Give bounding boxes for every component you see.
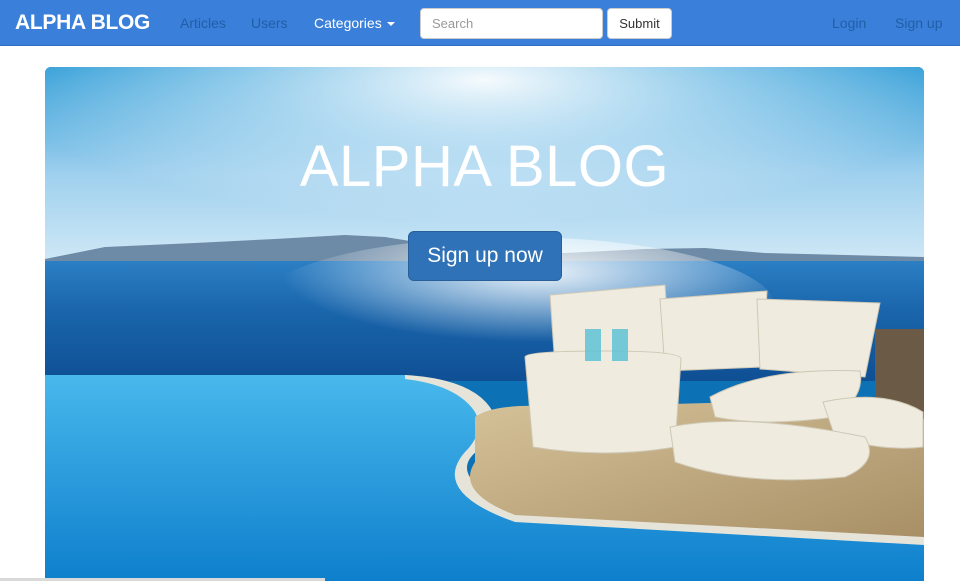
nav-categories-label: Categories: [314, 15, 382, 31]
nav-categories-dropdown[interactable]: Categories: [314, 15, 395, 31]
signup-cta-button[interactable]: Sign up now: [408, 231, 562, 281]
search-input[interactable]: [420, 8, 603, 39]
nav-articles-link[interactable]: Articles: [180, 15, 226, 31]
nav-signup-link[interactable]: Sign up: [895, 15, 942, 31]
brand-link[interactable]: ALPHA BLOG: [15, 11, 150, 35]
nav-login-link[interactable]: Login: [832, 15, 866, 31]
submit-button[interactable]: Submit: [607, 8, 672, 39]
hero-jumbotron: ALPHA BLOG Sign up now: [45, 67, 924, 581]
hero-title: ALPHA BLOG: [299, 134, 670, 199]
caret-down-icon: [386, 22, 395, 27]
nav-users-link[interactable]: Users: [251, 15, 288, 31]
navbar: ALPHA BLOG Articles Users Categories Sub…: [0, 0, 960, 46]
